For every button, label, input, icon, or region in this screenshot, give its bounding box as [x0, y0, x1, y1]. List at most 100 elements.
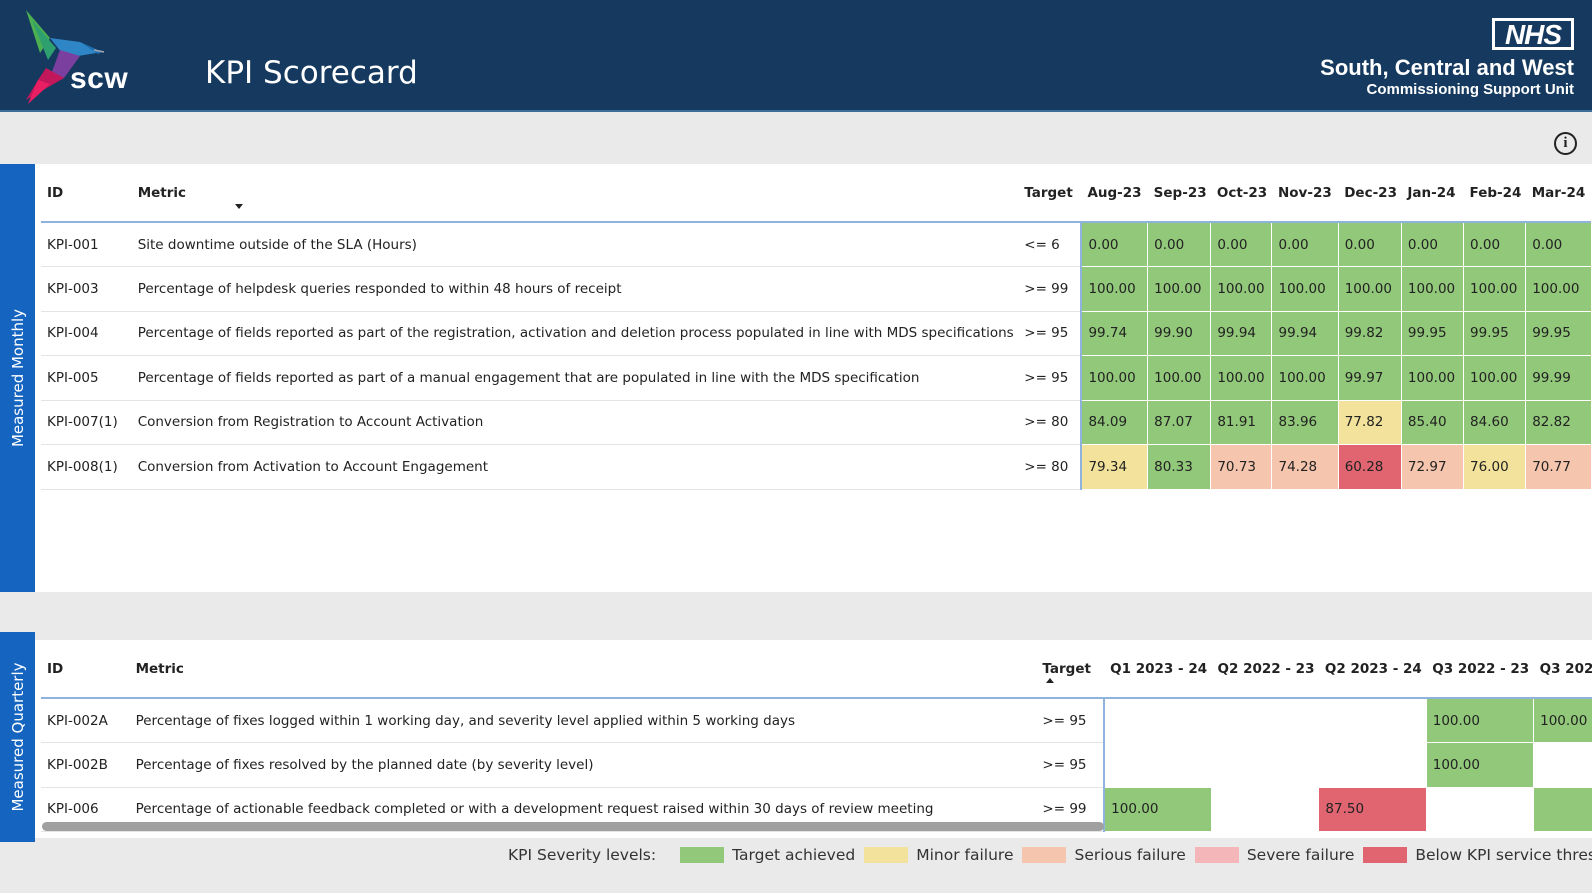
- table-row: KPI-007(1) Conversion from Registration t…: [41, 400, 1591, 445]
- column-header[interactable]: Target: [1036, 640, 1105, 699]
- severity-legend: KPI Severity levels: Target achieved Mino…: [508, 846, 1592, 864]
- value-cell: 60.28: [1337, 444, 1402, 490]
- value-cell: 81.91: [1210, 400, 1272, 445]
- legend-label: Minor failure: [916, 846, 1014, 864]
- value-cell: 80.33: [1147, 444, 1211, 490]
- org-name: South, Central and West: [1320, 55, 1574, 80]
- column-header[interactable]: Sep-23: [1147, 164, 1211, 223]
- tab-measured-quarterly[interactable]: Measured Quarterly: [0, 632, 35, 842]
- column-header[interactable]: Q1 2023 - 24: [1104, 640, 1212, 699]
- metric-cell: Percentage of fixes resolved by the plan…: [129, 742, 1037, 788]
- target-cell: >= 95: [1018, 355, 1082, 401]
- kpi-id-cell: KPI-003: [41, 266, 132, 312]
- legend-item: Below KPI service threshold: [1363, 846, 1592, 864]
- metric-cell: Percentage of fixes logged within 1 work…: [129, 698, 1037, 743]
- value-cell: 76.00: [1463, 444, 1526, 490]
- value-cell: 100.00: [1400, 266, 1464, 312]
- kpi-id-cell: KPI-008(1): [41, 444, 132, 490]
- column-header[interactable]: Target: [1018, 164, 1082, 223]
- page-title: KPI Scorecard: [205, 55, 418, 91]
- value-cell: 100.00: [1080, 266, 1148, 312]
- tab-label: Measured Quarterly: [8, 662, 27, 812]
- value-cell: 100.00: [1080, 355, 1148, 401]
- value-cell: 70.73: [1210, 444, 1272, 490]
- column-header[interactable]: ID: [41, 164, 132, 223]
- column-header[interactable]: Q3 2023 - 24: [1533, 640, 1592, 699]
- value-cell: 99.74: [1080, 311, 1148, 356]
- legend-title: KPI Severity levels:: [508, 846, 657, 864]
- value-cell: 99.95: [1400, 311, 1464, 356]
- value-cell: 100.00: [1210, 355, 1272, 401]
- value-cell: [1425, 787, 1534, 832]
- metric-cell: Conversion from Registration to Account …: [131, 400, 1019, 445]
- target-cell: >= 80: [1018, 400, 1082, 445]
- value-cell: [1533, 742, 1592, 788]
- table-row: KPI-008(1) Conversion from Activation to …: [41, 444, 1591, 490]
- column-header[interactable]: Feb-24: [1463, 164, 1526, 223]
- value-cell: 79.34: [1080, 444, 1148, 490]
- monthly-kpi-table: ID Metric Target Aug-23 Sep-23 Oct-23 Nov-23 De…: [41, 164, 1591, 490]
- column-header[interactable]: Q2 2022 - 23: [1211, 640, 1319, 699]
- value-cell: 82.82: [1525, 400, 1591, 445]
- kpi-id-cell: KPI-004: [41, 311, 132, 356]
- column-header[interactable]: Dec-23: [1338, 164, 1402, 223]
- kpi-id-cell: KPI-007(1): [41, 400, 132, 445]
- org-subtitle: Commissioning Support Unit: [1366, 81, 1575, 98]
- value-cell: 100.00: [1463, 355, 1526, 401]
- value-cell: 0.00: [1400, 222, 1464, 267]
- quarterly-table-panel: ID Metric Target Q1 2023 - 24 Q2 2022 - 23 Q2…: [35, 640, 1592, 838]
- legend-item: Severe failure: [1194, 846, 1355, 864]
- value-cell: 99.95: [1525, 311, 1591, 356]
- nhs-logo: NHS: [1492, 18, 1574, 50]
- value-cell: 0.00: [1337, 222, 1402, 267]
- kpi-id-cell: KPI-005: [41, 355, 132, 401]
- value-cell: 100.00: [1271, 266, 1339, 312]
- value-cell: [1211, 742, 1319, 788]
- legend-item: Target achieved: [680, 846, 855, 864]
- column-header[interactable]: Metric: [131, 164, 1019, 223]
- column-header[interactable]: Oct-23: [1210, 164, 1272, 223]
- value-cell: 83.96: [1271, 400, 1339, 445]
- metric-cell: Percentage of fields reported as part of…: [131, 311, 1019, 356]
- legend-swatch: [864, 847, 909, 863]
- column-header[interactable]: Nov-23: [1271, 164, 1339, 223]
- legend-label: Severe failure: [1246, 846, 1355, 864]
- value-cell: 100.00: [1425, 698, 1534, 743]
- value-cell: 100.00: [1525, 266, 1591, 312]
- column-header[interactable]: Aug-23: [1081, 164, 1148, 223]
- value-cell: 74.28: [1271, 444, 1339, 490]
- column-header[interactable]: ID: [41, 640, 130, 699]
- value-cell: 87.07: [1147, 400, 1211, 445]
- column-header[interactable]: Metric: [129, 640, 1037, 699]
- horizontal-scrollbar[interactable]: [42, 822, 1104, 831]
- value-cell: 100.00: [1271, 355, 1339, 401]
- monthly-table-panel: ID Metric Target Aug-23 Sep-23 Oct-23 Nov-23 De…: [35, 164, 1592, 592]
- column-header[interactable]: Jan-24: [1401, 164, 1464, 223]
- value-cell: 99.95: [1463, 311, 1526, 356]
- value-cell: 0.00: [1210, 222, 1272, 267]
- value-cell: 0.00: [1271, 222, 1339, 267]
- value-cell: 87.50: [1318, 787, 1427, 832]
- value-cell: 100.00: [1103, 787, 1212, 832]
- value-cell: [1318, 742, 1427, 788]
- legend-swatch: [1194, 847, 1239, 863]
- info-icon[interactable]: i: [1554, 132, 1577, 155]
- legend-swatch: [1363, 847, 1408, 863]
- tab-measured-monthly[interactable]: Measured Monthly: [0, 164, 35, 592]
- column-header[interactable]: Q2 2023 - 24: [1318, 640, 1427, 699]
- value-cell: 72.97: [1400, 444, 1464, 490]
- value-cell: 99.94: [1210, 311, 1272, 356]
- legend-label: Serious failure: [1074, 846, 1186, 864]
- target-cell: >= 95: [1036, 742, 1105, 788]
- value-cell: 99.82: [1337, 311, 1402, 356]
- value-cell: [1103, 698, 1212, 743]
- header-bar: scw KPI Scorecard NHS South, Central and…: [0, 0, 1592, 112]
- logo-text: scw: [70, 62, 129, 95]
- column-header[interactable]: Q3 2022 - 23: [1426, 640, 1534, 699]
- column-header[interactable]: Mar-24: [1525, 164, 1591, 223]
- table-row: KPI-004 Percentage of fields reported as …: [41, 311, 1591, 356]
- value-cell: [1103, 742, 1212, 788]
- value-cell: 100.00: [1533, 698, 1592, 743]
- target-cell: <= 6: [1018, 222, 1082, 267]
- value-cell: 84.60: [1463, 400, 1526, 445]
